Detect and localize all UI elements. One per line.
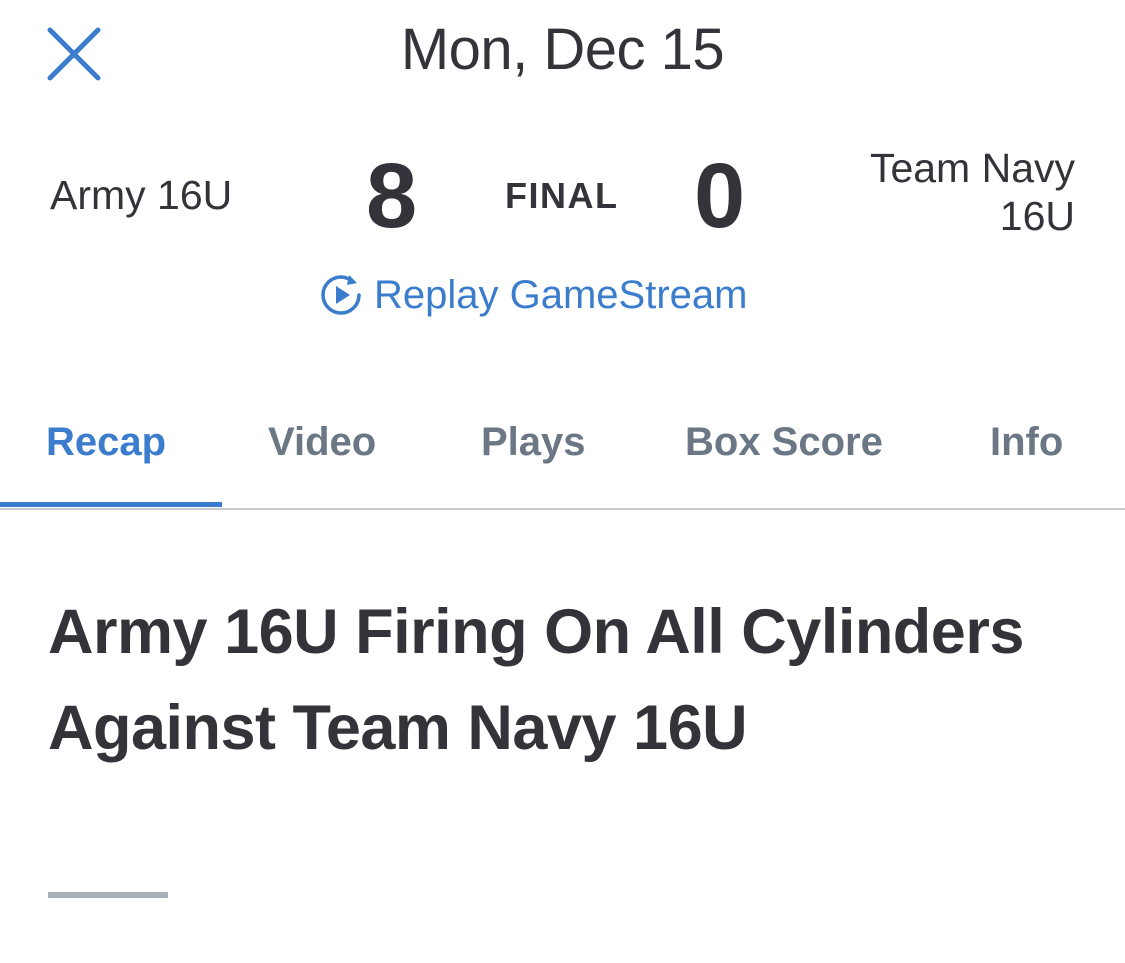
game-tabs: Recap Video Plays Box Score Info — [0, 410, 1125, 510]
replay-gamestream-link[interactable]: Replay GameStream — [318, 272, 747, 318]
tab-info[interactable]: Info — [990, 420, 1063, 465]
replay-gamestream-label: Replay GameStream — [374, 272, 748, 317]
tab-video[interactable]: Video — [268, 420, 376, 465]
home-team-name: Army 16U — [50, 172, 233, 218]
tab-recap[interactable]: Recap — [46, 420, 166, 465]
game-date-title: Mon, Dec 15 — [400, 17, 725, 82]
tab-box-score[interactable]: Box Score — [685, 420, 883, 465]
article-headline: Army 16U Firing On All Cylinders Against… — [48, 597, 1024, 763]
away-team-name-line1: Team Navy — [869, 145, 1075, 191]
headline-divider — [48, 892, 168, 898]
away-team-name: Team Navy 16U — [775, 144, 1075, 240]
away-team-score: 0 — [694, 145, 746, 247]
game-status: FINAL — [505, 175, 619, 216]
active-tab-indicator — [0, 502, 222, 507]
tab-plays[interactable]: Plays — [481, 420, 586, 465]
home-team-score: 8 — [366, 145, 418, 247]
away-team-name-line2: 16U — [999, 193, 1075, 239]
replay-play-icon — [321, 275, 361, 315]
